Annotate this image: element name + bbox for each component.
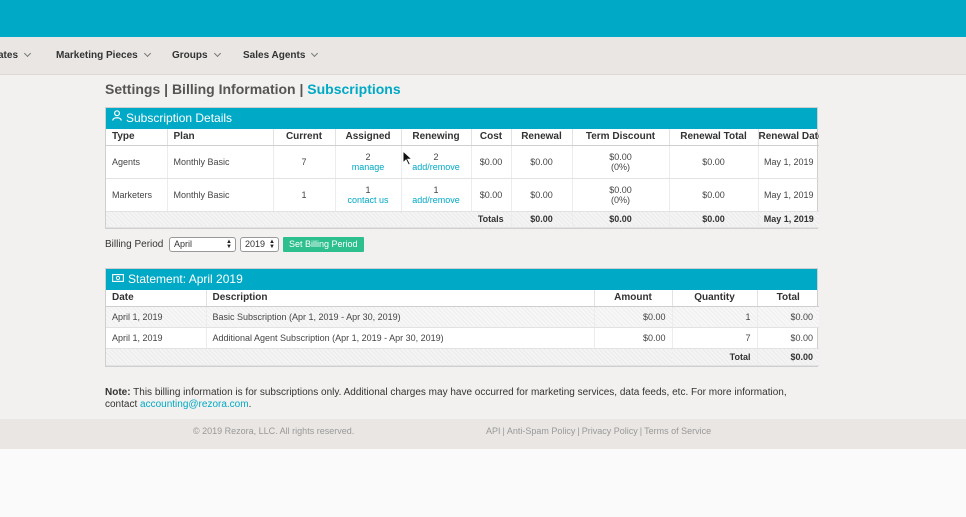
chevron-down-icon — [23, 49, 32, 58]
select-arrows-icon: ▲ ▼ — [269, 239, 275, 250]
breadcrumb-billing-information[interactable]: Billing Information — [172, 81, 296, 97]
month-select[interactable]: April ▲ ▼ — [169, 237, 236, 252]
subscription-header-row: Type Plan Current Assigned Renewing Cost… — [106, 129, 819, 146]
breadcrumb-subscriptions: Subscriptions — [307, 81, 401, 97]
statement-total-row: Total $0.00 — [106, 348, 819, 366]
add-remove-link[interactable]: add/remove — [402, 195, 471, 205]
footer-link-api[interactable]: API — [486, 426, 501, 436]
statement-heading: Statement: April 2019 — [106, 269, 817, 290]
statement-table: Date Description Amount Quantity Total A… — [106, 290, 819, 366]
billing-note: Note: This billing information is for su… — [105, 387, 787, 410]
chevron-down-icon — [143, 49, 151, 58]
subscription-details-panel: Subscription Details Type Plan Current A… — [105, 107, 819, 229]
contact-us-link[interactable]: contact us — [336, 195, 401, 205]
main-nav: ates Marketing Pieces Groups Sales Agent… — [0, 37, 966, 75]
subscription-details-heading: Subscription Details — [106, 108, 817, 129]
nav-item-templates[interactable]: ates — [0, 37, 32, 75]
accounting-email-link[interactable]: accounting@rezora.com — [140, 399, 249, 410]
nav-item-marketing-pieces[interactable]: Marketing Pieces — [56, 37, 151, 75]
page-title: Settings | Billing Information | Subscri… — [105, 81, 401, 97]
chevron-down-icon — [311, 49, 319, 58]
totals-row: Totals $0.00 $0.00 $0.00 May 1, 2019 — [106, 211, 819, 228]
mouse-cursor-icon — [402, 149, 414, 171]
subscription-table: Type Plan Current Assigned Renewing Cost… — [106, 129, 819, 228]
chevron-down-icon — [213, 49, 221, 58]
breadcrumb-settings[interactable]: Settings — [105, 81, 160, 97]
statement-header-row: Date Description Amount Quantity Total — [106, 290, 819, 307]
footer-link-anti-spam[interactable]: Anti-Spam Policy — [507, 426, 576, 436]
year-select[interactable]: 2019 ▲ ▼ — [240, 237, 279, 252]
footer-links: API | Anti-Spam Policy | Privacy Policy | Term… — [486, 426, 712, 436]
table-row: April 1, 2019 Basic Subscription (Apr 1,… — [106, 306, 819, 328]
manage-link[interactable]: manage — [336, 162, 401, 172]
billing-period-label: Billing Period — [105, 239, 164, 250]
copyright-text: © 2019 Rezora, LLC. All rights reserved. — [193, 426, 355, 436]
footer-link-terms[interactable]: Terms of Service — [644, 426, 711, 436]
table-row: Marketers Monthly Basic 1 1 contact us 1a… — [106, 178, 819, 212]
select-arrows-icon: ▲ ▼ — [226, 239, 232, 250]
money-icon — [112, 268, 124, 289]
user-icon — [112, 107, 122, 128]
statement-panel: Statement: April 2019 Date Description A… — [105, 268, 819, 367]
nav-item-sales-agents[interactable]: Sales Agents — [243, 37, 319, 75]
footer-link-privacy[interactable]: Privacy Policy — [582, 426, 638, 436]
top-header-bar — [0, 0, 966, 37]
footer: © 2019 Rezora, LLC. All rights reserved.… — [0, 419, 966, 449]
nav-item-groups[interactable]: Groups — [172, 37, 221, 75]
table-row: April 1, 2019 Additional Agent Subscript… — [106, 327, 819, 349]
set-billing-period-button[interactable]: Set Billing Period — [283, 237, 364, 252]
table-row: Agents Monthly Basic 7 2 manage 2 add/remo… — [106, 145, 819, 179]
